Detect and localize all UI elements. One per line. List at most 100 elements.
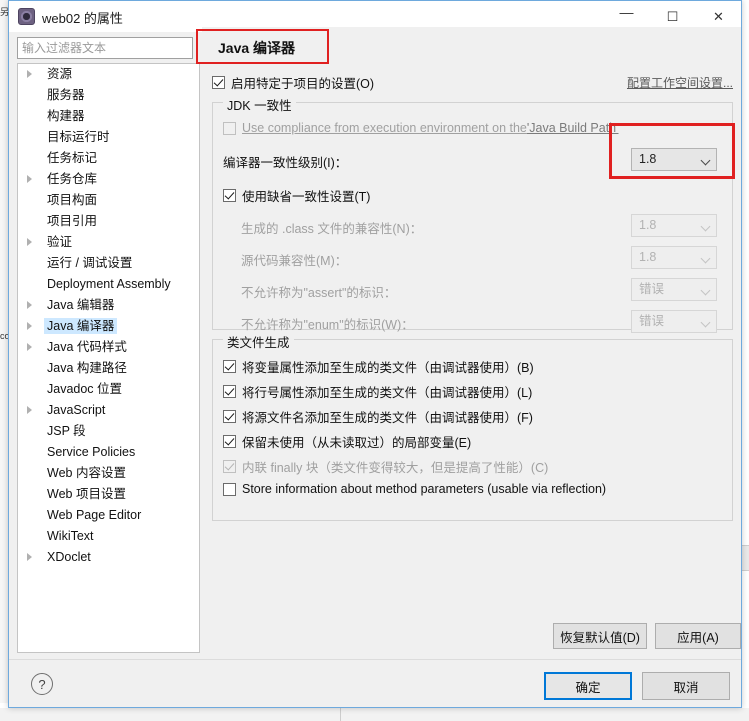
source-compat-row: 源代码兼容性(M)：	[241, 250, 347, 269]
chevron-right-icon[interactable]	[27, 70, 32, 78]
tree-item-label: Service Policies	[47, 445, 136, 459]
cb-preserve-unused-locals-row[interactable]: 保留未使用（从未读取过）的局部变量(E)	[223, 432, 471, 451]
assert-identifier-combo[interactable]: 错误	[631, 278, 717, 301]
use-compliance-checkbox[interactable]	[223, 121, 236, 135]
assert-identifier-value: 错误	[639, 282, 665, 296]
use-default-compliance-checkbox[interactable]	[223, 189, 236, 202]
cb-variable-attributes-label: 将变量属性添加至生成的类文件（由调试器使用）(B)	[242, 361, 534, 375]
enum-identifier-value: 错误	[639, 314, 665, 328]
tree-item-19[interactable]: Web 内容设置	[18, 463, 199, 484]
apply-button[interactable]: 应用(A)	[655, 623, 741, 649]
tree-item-java-compiler[interactable]: Java 编译器	[18, 316, 199, 337]
use-default-compliance-row[interactable]: 使用缺省一致性设置(T)	[223, 186, 370, 205]
help-question-icon[interactable]: ?	[31, 673, 53, 695]
tree-item-9[interactable]: 运行 / 调试设置	[18, 253, 199, 274]
enum-identifier-combo[interactable]: 错误	[631, 310, 717, 333]
use-default-compliance-label: 使用缺省一致性设置(T)	[242, 190, 371, 204]
tree-item-4[interactable]: 任务标记	[18, 148, 199, 169]
restore-defaults-button[interactable]: 恢复默认值(D)	[553, 623, 647, 649]
tree-item-21[interactable]: Web Page Editor	[18, 505, 199, 526]
use-compliance-label: Use compliance from execution environmen…	[242, 121, 527, 135]
cb-method-parameters-row[interactable]: Store information about method parameter…	[223, 482, 606, 496]
classfile-compat-label: 生成的 .class 文件的兼容性(N)：	[241, 222, 423, 236]
use-compliance-row[interactable]: Use compliance from execution environmen…	[223, 121, 619, 135]
tree-item-3[interactable]: 目标运行时	[18, 127, 199, 148]
ok-button[interactable]: 确定	[544, 672, 632, 700]
enum-identifier-label: 不允许称为"enum"的标识(W)：	[241, 318, 414, 332]
cb-variable-attributes-row[interactable]: 将变量属性添加至生成的类文件（由调试器使用）(B)	[223, 357, 534, 376]
chevron-down-icon	[700, 253, 711, 264]
window-title: web02 的属性	[42, 11, 123, 26]
chevron-right-icon[interactable]	[27, 175, 32, 183]
cb-method-parameters-checkbox[interactable]	[223, 482, 236, 496]
cb-line-number-attributes-row[interactable]: 将行号属性添加至生成的类文件（由调试器使用）(L)	[223, 382, 532, 401]
tree-item-label: Web 内容设置	[47, 466, 126, 480]
preference-page: Java 编译器 配置工作空间设置... 启用特定于项目的设置(O) JDK 一…	[202, 27, 741, 627]
chevron-right-icon[interactable]	[27, 301, 32, 309]
chevron-down-icon	[700, 317, 711, 328]
tree-item-22[interactable]: WikiText	[18, 526, 199, 547]
tree-item-17[interactable]: JSP 段	[18, 421, 199, 442]
configure-workspace-settings-link[interactable]: 配置工作空间设置...	[627, 74, 733, 91]
cancel-button[interactable]: 取消	[642, 672, 730, 700]
assert-identifier-label: 不允许称为"assert"的标识：	[241, 286, 397, 300]
tree-item-2[interactable]: 构建器	[18, 106, 199, 127]
tree-item-label: WikiText	[47, 529, 94, 543]
enable-project-specific-row[interactable]: 启用特定于项目的设置(O)	[212, 73, 374, 92]
filter-input[interactable]: 输入过滤器文本	[17, 37, 193, 59]
chevron-right-icon[interactable]	[27, 553, 32, 561]
tree-item-label: Deployment Assembly	[47, 277, 171, 291]
tree-item-6[interactable]: 项目构面	[18, 190, 199, 211]
cb-inline-finally-row[interactable]: 内联 finally 块（类文件变得较大，但是提高了性能）(C)	[223, 457, 548, 476]
tree-item-10[interactable]: Deployment Assembly	[18, 274, 199, 295]
tree-item-15[interactable]: Javadoc 位置	[18, 379, 199, 400]
source-compat-combo[interactable]: 1.8	[631, 246, 717, 269]
enable-project-specific-checkbox[interactable]	[212, 76, 225, 89]
tree-item-label: Javadoc 位置	[47, 382, 123, 396]
tree-item-label: JavaScript	[47, 403, 106, 417]
tree-item-7[interactable]: 项目引用	[18, 211, 199, 232]
compliance-level-row: 编译器一致性级别(I)：	[223, 152, 347, 171]
cb-source-file-name-row[interactable]: 将源文件名添加至生成的类文件（由调试器使用）(F)	[223, 407, 533, 426]
tree-item-14[interactable]: Java 构建路径	[18, 358, 199, 379]
tree-item-1[interactable]: 服务器	[18, 85, 199, 106]
minimize-icon: —	[619, 4, 634, 20]
cb-preserve-unused-locals-checkbox[interactable]	[223, 435, 236, 448]
compliance-level-value: 1.8	[639, 152, 657, 166]
cb-source-file-name-checkbox[interactable]	[223, 410, 236, 423]
tree-item-20[interactable]: Web 项目设置	[18, 484, 199, 505]
tree-item-label: 验证	[47, 235, 73, 249]
tree-item-23[interactable]: XDoclet	[18, 547, 199, 568]
jdk-compliance-group: JDK 一致性 Use compliance from execution en…	[212, 95, 733, 333]
tree-item-11[interactable]: Java 编辑器	[18, 295, 199, 316]
chevron-right-icon[interactable]	[27, 322, 32, 330]
cb-variable-attributes-checkbox[interactable]	[223, 360, 236, 373]
cb-method-parameters-label: Store information about method parameter…	[242, 482, 607, 496]
jdk-compliance-legend: JDK 一致性	[223, 95, 296, 114]
java-build-path-link[interactable]: 'Java Build Path'	[527, 121, 619, 135]
close-icon: ✕	[713, 8, 724, 24]
tree-item-label: Web 项目设置	[47, 487, 126, 501]
cb-inline-finally-label: 内联 finally 块（类文件变得较大，但是提高了性能）(C)	[242, 461, 549, 475]
maximize-icon: ☐	[666, 8, 679, 24]
tree-item-5[interactable]: 任务仓库	[18, 169, 199, 190]
compliance-level-combo[interactable]: 1.8	[631, 148, 717, 171]
dialog-footer: ? 确定 取消	[9, 660, 741, 707]
tree-item-13[interactable]: Java 代码样式	[18, 337, 199, 358]
tree-item-0[interactable]: 资源	[18, 64, 199, 85]
tree-item-label: 服务器	[47, 88, 85, 102]
properties-dialog: web02 的属性 — ☐ ✕ 输入过滤器文本 资源 服务器 构建器 目标运行时…	[8, 0, 742, 708]
cb-inline-finally-checkbox[interactable]	[223, 460, 236, 473]
tree-item-16[interactable]: JavaScript	[18, 400, 199, 421]
tree-item-label: 项目引用	[47, 214, 98, 228]
classfile-compat-combo[interactable]: 1.8	[631, 214, 717, 237]
tree-item-label: JSP 段	[47, 424, 86, 438]
chevron-right-icon[interactable]	[27, 238, 32, 246]
tree-item-18[interactable]: Service Policies	[18, 442, 199, 463]
chevron-right-icon[interactable]	[27, 406, 32, 414]
tree-item-8[interactable]: 验证	[18, 232, 199, 253]
cb-line-number-attributes-checkbox[interactable]	[223, 385, 236, 398]
preferences-tree[interactable]: 资源 服务器 构建器 目标运行时 任务标记 任务仓库 项目构面 项目引用 验证 …	[17, 63, 200, 653]
chevron-right-icon[interactable]	[27, 343, 32, 351]
assert-identifier-row: 不允许称为"assert"的标识：	[241, 282, 396, 301]
